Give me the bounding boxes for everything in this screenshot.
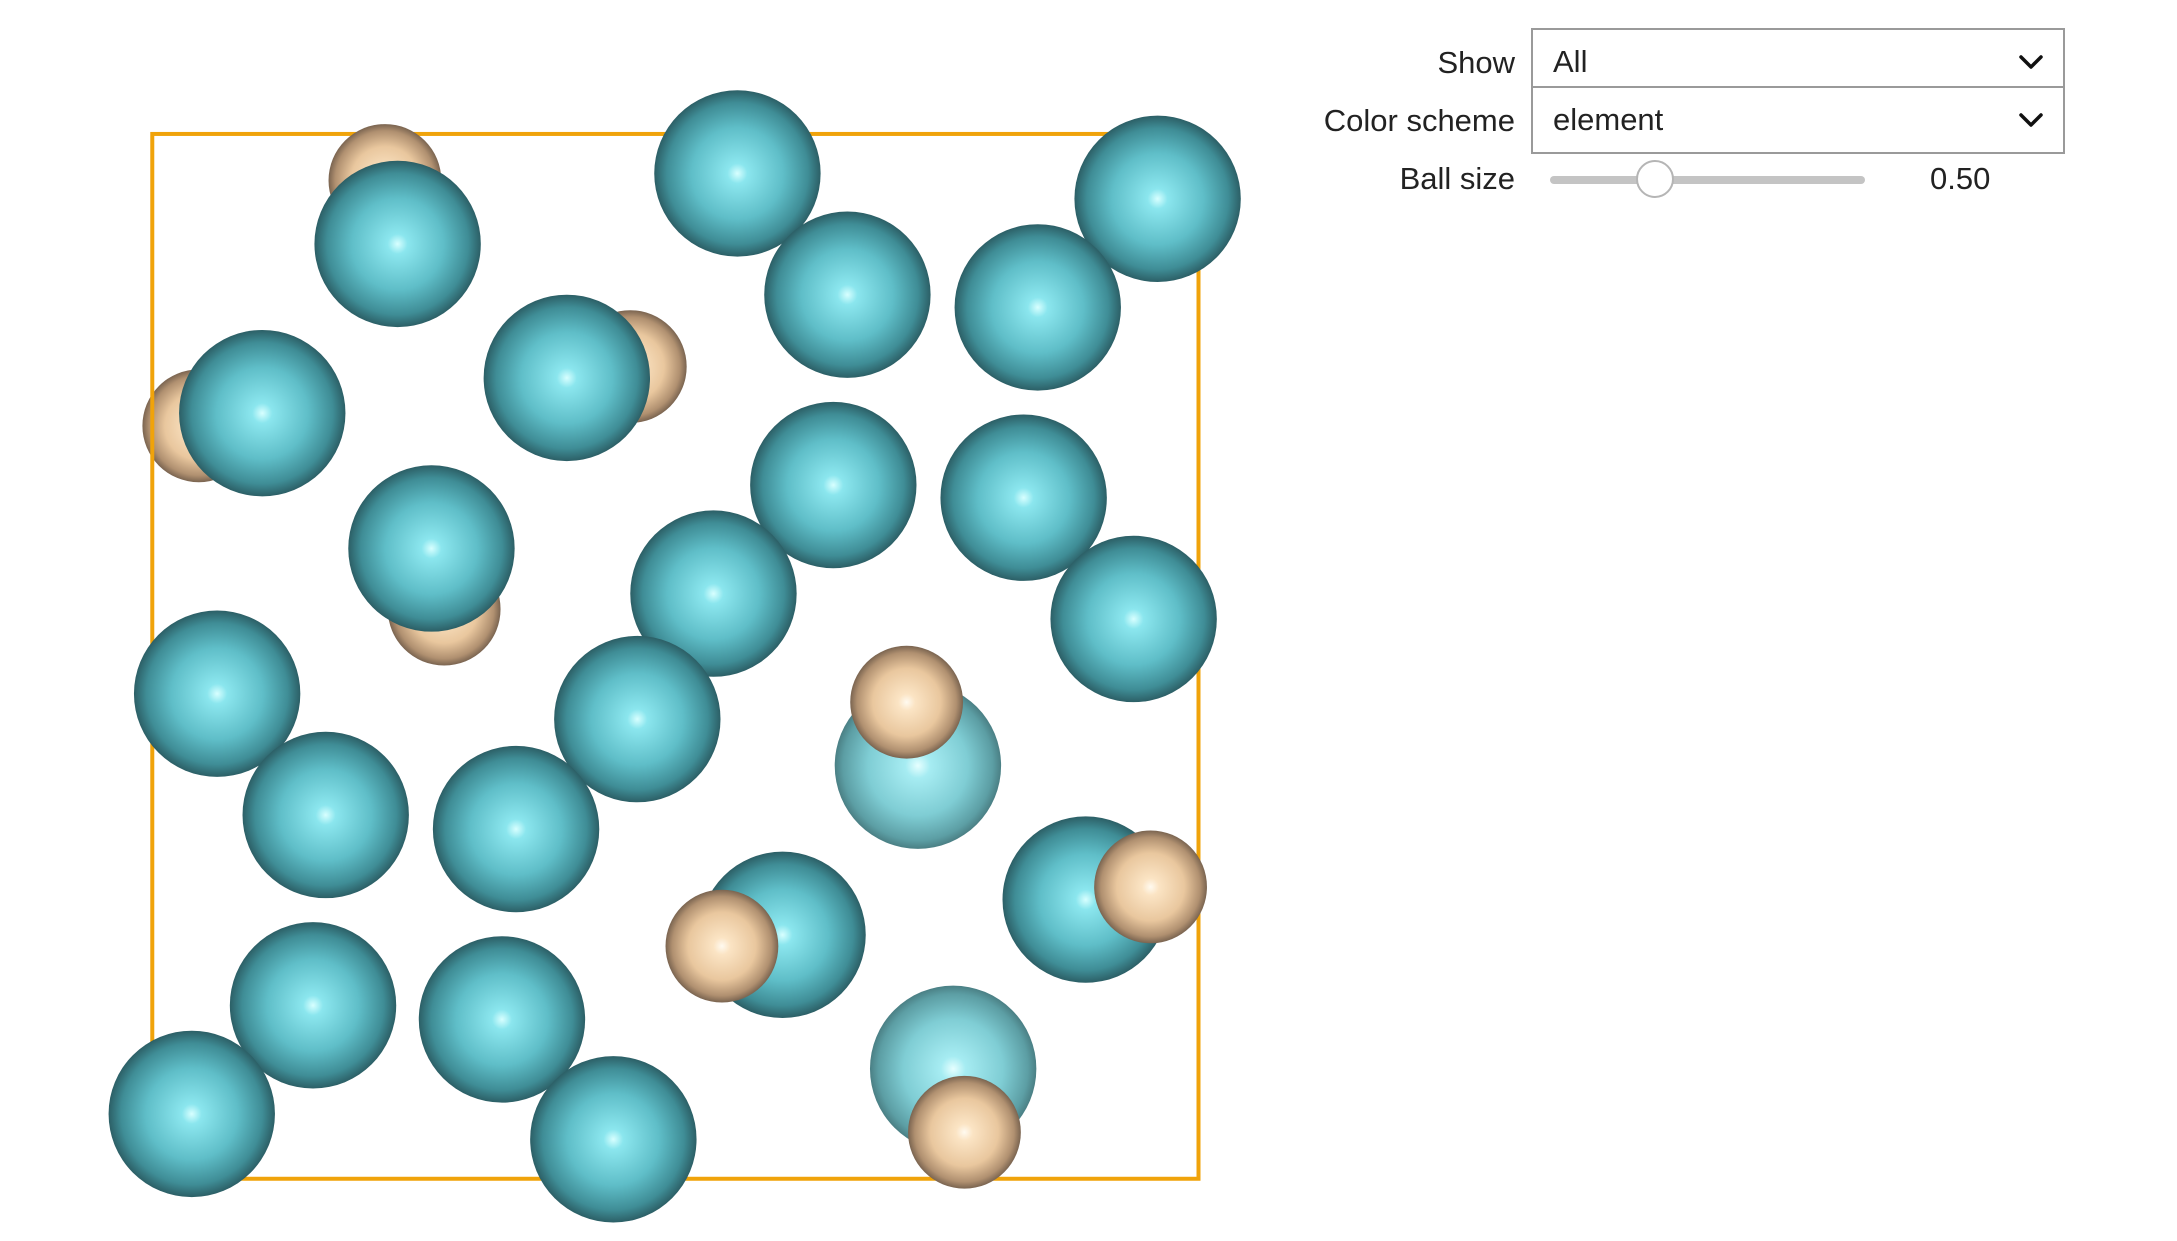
slider-thumb[interactable] bbox=[1636, 160, 1674, 198]
atom-teal-sphere[interactable] bbox=[242, 731, 409, 899]
atom-teal-sphere[interactable] bbox=[483, 294, 651, 462]
color-scheme-selected-value: element bbox=[1553, 102, 1664, 137]
ball-size-label: Ball size bbox=[1399, 161, 1515, 196]
chevron-down-icon bbox=[2019, 55, 2043, 69]
atom-teal-sphere[interactable] bbox=[764, 211, 931, 378]
atom-teal-sphere[interactable] bbox=[954, 224, 1121, 391]
ball-size-value: 0.50 bbox=[1930, 161, 1991, 196]
atom-beige-sphere[interactable] bbox=[665, 889, 779, 1003]
ball-size-slider[interactable] bbox=[1550, 144, 1865, 214]
show-selected-value: All bbox=[1553, 44, 1588, 79]
atom-teal-sphere[interactable] bbox=[314, 160, 481, 328]
slider-track[interactable] bbox=[1550, 176, 1865, 184]
structure-scene[interactable] bbox=[0, 0, 1300, 1241]
chevron-down-icon bbox=[2019, 113, 2043, 127]
atom-teal-sphere[interactable] bbox=[1050, 535, 1217, 703]
atom-beige-sphere[interactable] bbox=[908, 1075, 1021, 1189]
atom-beige-sphere[interactable] bbox=[850, 645, 964, 759]
atom-teal-sphere[interactable] bbox=[108, 1030, 275, 1198]
atom-beige-sphere[interactable] bbox=[1094, 830, 1207, 944]
ball-size-row: Ball size 0.50 bbox=[1290, 144, 2070, 214]
atom-teal-sphere[interactable] bbox=[348, 465, 515, 632]
atom-teal-sphere[interactable] bbox=[179, 329, 346, 497]
atom-teal-sphere[interactable] bbox=[432, 745, 600, 913]
structure-viewer[interactable] bbox=[0, 0, 1300, 1241]
atom-teal-sphere[interactable] bbox=[530, 1056, 697, 1223]
